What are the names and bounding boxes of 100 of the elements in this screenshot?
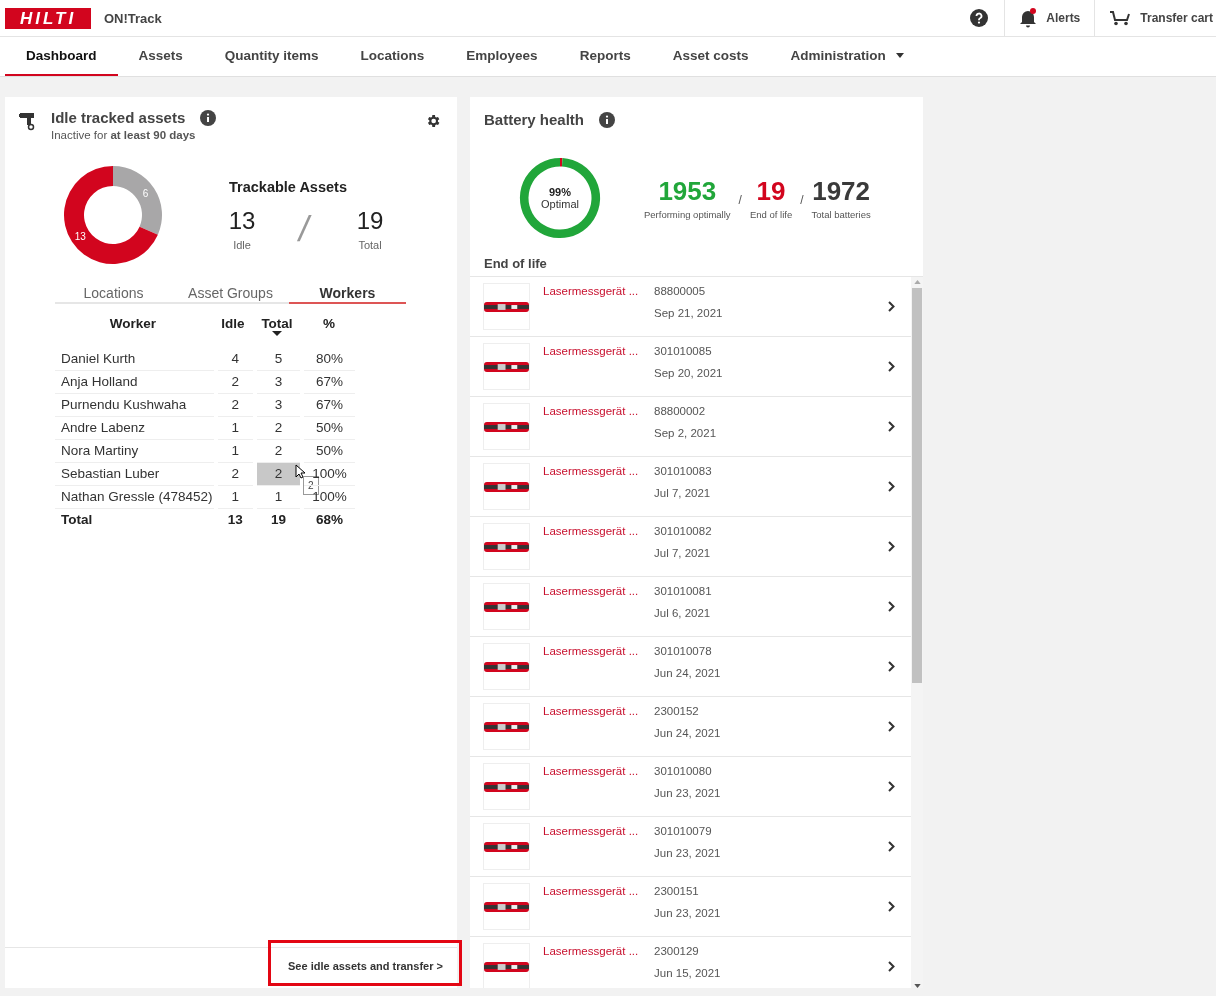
battery-list-item[interactable]: Lasermessgerät ... 301010081 Jul 6, 2021 — [470, 577, 911, 637]
item-date: Jun 24, 2021 — [654, 727, 721, 739]
data-label: 13 — [74, 230, 86, 242]
chevron-right-icon — [888, 601, 895, 612]
help-icon[interactable] — [970, 9, 989, 27]
idle-count: 13 — [228, 207, 256, 235]
table-cell: 3 — [257, 371, 301, 394]
idle-label: Idle — [233, 239, 251, 251]
table-cell-text: 19 — [270, 511, 288, 529]
item-name: Lasermessgerät ... — [543, 825, 640, 837]
item-date: Jul 6, 2021 — [654, 607, 712, 619]
scroll-down-icon[interactable] — [913, 984, 921, 988]
nav-tab[interactable]: Employees — [445, 37, 559, 76]
chevron-right-icon — [888, 661, 895, 672]
battery-list-item[interactable]: Lasermessgerät ... 301010085 Sep 20, 2021 — [470, 337, 911, 397]
settings-icon[interactable] — [425, 113, 441, 129]
table-cell: 5 — [257, 348, 301, 371]
item-name: Lasermessgerät ... — [543, 405, 640, 417]
chevron-right-icon — [888, 301, 895, 312]
item-id: 301010085 — [654, 345, 713, 357]
chevron-right-icon — [888, 901, 895, 912]
chevron-right-icon — [888, 961, 895, 972]
battery-list-item[interactable]: Lasermessgerät ... 301010078 Jun 24, 2021 — [470, 637, 911, 697]
card-title: Battery health — [484, 111, 585, 128]
info-icon[interactable] — [599, 111, 616, 128]
table-cell: 50% — [304, 440, 355, 463]
nav-tab[interactable]: Locations — [339, 37, 446, 76]
sort-arrow-icon — [272, 331, 282, 336]
nav-tab[interactable]: Reports — [558, 37, 652, 76]
table-cell-text: Total — [60, 511, 94, 529]
item-date: Jun 24, 2021 — [654, 667, 721, 679]
nav-tab[interactable]: Assets — [117, 37, 204, 76]
table-cell: Daniel Kurth — [55, 348, 214, 371]
item-id: 301010078 — [654, 645, 713, 657]
nav-tab[interactable]: Administration — [769, 37, 925, 76]
chevron-right-icon — [888, 421, 895, 432]
stat-value: 1972 — [812, 176, 871, 207]
table-cell: Nora Martiny — [55, 440, 214, 463]
table-cell: 1 — [217, 486, 253, 509]
laser-meter-picture — [483, 883, 530, 930]
item-date: Sep 20, 2021 — [654, 367, 723, 379]
item-id: 301010079 — [654, 825, 713, 837]
chevron-right-icon — [888, 481, 895, 492]
item-date: Jun 23, 2021 — [654, 787, 721, 799]
battery-list-item[interactable]: Lasermessgerät ... 2300152 Jun 24, 2021 — [470, 697, 911, 757]
item-date: Sep 2, 2021 — [654, 427, 717, 439]
item-name: Lasermessgerät ... — [543, 705, 640, 717]
nav-tab[interactable]: Asset costs — [651, 37, 770, 76]
item-name: Lasermessgerät ... — [543, 945, 640, 957]
see-idle-assets-link[interactable]: See idle assets and transfer > — [268, 940, 462, 986]
view-tab[interactable]: Locations — [55, 285, 172, 304]
nav-tab[interactable]: Dashboard — [5, 37, 118, 76]
table-cell: 2 — [217, 371, 253, 394]
chevron-right-icon — [888, 541, 895, 552]
drill-icon — [19, 111, 37, 131]
item-date: Jun 15, 2021 — [654, 967, 721, 979]
table-cell: 1 — [217, 440, 253, 463]
stat-value: 1953 — [658, 176, 717, 207]
battery-list-item[interactable]: Lasermessgerät ... 301010083 Jul 7, 2021 — [470, 457, 911, 517]
transfer-cart-button[interactable]: Transfer cart — [1095, 0, 1216, 36]
chevron-right-icon — [888, 721, 895, 732]
alerts-button[interactable]: Alerts — [1005, 0, 1095, 36]
battery-list-item[interactable]: Lasermessgerät ... 2300151 Jun 23, 2021 — [470, 877, 911, 937]
table-cell: 2 — [217, 394, 253, 417]
separator: / — [295, 208, 313, 250]
card-subtitle: Inactive for at least 90 days — [51, 129, 197, 141]
battery-list-item[interactable]: Lasermessgerät ... 301010079 Jun 23, 2021 — [470, 817, 911, 877]
laser-meter-picture — [483, 703, 530, 750]
column-header[interactable]: Idle — [215, 314, 251, 348]
laser-meter-picture — [483, 823, 530, 870]
battery-list-item[interactable]: Lasermessgerät ... 88800002 Sep 2, 2021 — [470, 397, 911, 457]
nav-tab[interactable]: Quantity items — [203, 37, 340, 76]
chevron-right-icon — [888, 841, 895, 852]
chevron-right-icon — [888, 781, 895, 792]
battery-list-item[interactable]: Lasermessgerät ... 301010082 Jul 7, 2021 — [470, 517, 911, 577]
battery-list-item[interactable]: Lasermessgerät ... 88800005 Sep 21, 2021 — [470, 277, 911, 337]
scrollbar[interactable] — [911, 277, 923, 988]
info-icon[interactable] — [200, 109, 217, 126]
view-tab[interactable]: Workers — [289, 285, 406, 304]
table-cell: 3 — [257, 394, 301, 417]
card-title: Idle tracked assets — [51, 109, 186, 126]
item-date: Jul 7, 2021 — [654, 487, 712, 499]
battery-list-item[interactable]: Lasermessgerät ... 2300129 Jun 15, 2021 — [470, 937, 911, 988]
data-label: 6 — [142, 188, 149, 200]
column-header[interactable]: Worker — [55, 314, 211, 348]
stat-label: Total batteries — [811, 209, 871, 220]
item-id: 301010081 — [654, 585, 712, 597]
summary-title: Trackable Assets — [229, 179, 348, 195]
table-cell: 67% — [304, 394, 355, 417]
table-cell: 1 — [257, 486, 301, 509]
brand-logo[interactable]: HILTI — [5, 7, 91, 29]
view-tab[interactable]: Asset Groups — [172, 285, 289, 304]
table-cell: 67% — [304, 371, 355, 394]
total-label: Total — [358, 239, 382, 251]
laser-meter-picture — [483, 943, 530, 988]
stat-label: Performing optimally — [644, 209, 731, 220]
battery-list-item[interactable]: Lasermessgerät ... 301010080 Jun 23, 2021 — [470, 757, 911, 817]
column-header[interactable]: % — [303, 314, 355, 348]
laser-meter-picture — [483, 643, 530, 690]
column-header[interactable]: Total — [255, 314, 299, 348]
